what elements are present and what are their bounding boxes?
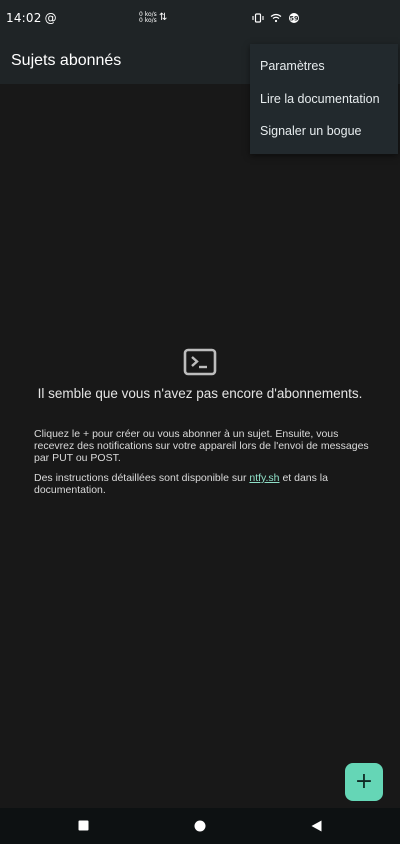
status-icons: 59 <box>252 11 300 25</box>
net-arrows-icon: ⇅ <box>159 12 168 23</box>
menu-item-settings[interactable]: Paramètres <box>250 50 398 83</box>
menu-item-report-bug[interactable]: Signaler un bogue <box>250 115 398 148</box>
wifi-icon <box>270 13 282 23</box>
screen: 14:02 @ 0 ko/s 0 ko/s ⇅ 59 Sujets abonné… <box>0 0 400 844</box>
empty-description: Cliquez le + pour créer ou vous abonner … <box>34 428 370 504</box>
navigation-bar <box>0 808 400 844</box>
status-bar: 14:02 @ 0 ko/s 0 ko/s ⇅ 59 <box>0 0 400 38</box>
terminal-icon <box>183 348 217 376</box>
status-time: 14:02 <box>6 11 42 25</box>
empty-heading: Il semble que vous n'avez pas encore d'a… <box>37 386 363 401</box>
net-down-speed: 0 ko/s <box>139 17 157 24</box>
empty-paragraph-1: Cliquez le + pour créer ou vous abonner … <box>34 428 369 464</box>
empty-paragraph-2: Des instructions détaillées sont disponi… <box>34 472 370 496</box>
at-sign-icon: @ <box>44 11 57 25</box>
status-left: 14:02 @ <box>6 11 57 25</box>
vibrate-icon <box>252 13 264 23</box>
ntfy-link[interactable]: ntfy.sh <box>249 472 279 484</box>
empty-state: Il semble que vous n'avez pas encore d'a… <box>0 348 400 401</box>
add-subscription-button[interactable]: + <box>345 763 383 801</box>
home-circle-icon[interactable] <box>194 820 206 832</box>
recents-square-icon[interactable] <box>78 820 89 831</box>
svg-text:59: 59 <box>289 14 299 22</box>
page-title: Sujets abonnés <box>11 52 122 69</box>
network-speed: 0 ko/s 0 ko/s <box>139 12 157 24</box>
battery-saver-icon: 59 <box>289 13 299 23</box>
overflow-menu: Paramètres Lire la documentation Signale… <box>250 44 398 154</box>
menu-item-read-docs[interactable]: Lire la documentation <box>250 83 398 116</box>
paragraph-2-before: Des instructions détaillées sont disponi… <box>34 472 250 484</box>
back-triangle-icon[interactable] <box>311 820 322 832</box>
